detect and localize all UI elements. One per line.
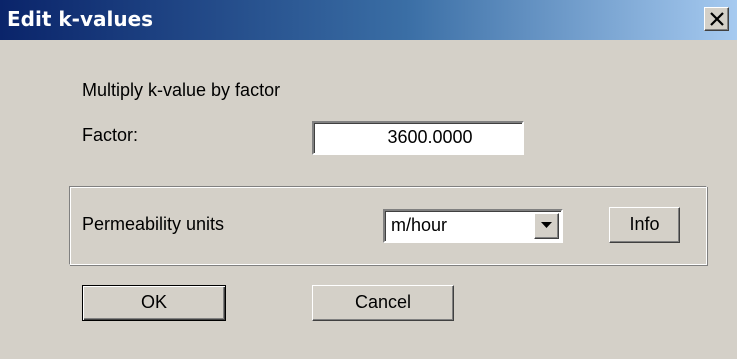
- cancel-button[interactable]: Cancel: [312, 285, 454, 321]
- close-button[interactable]: [704, 7, 729, 31]
- factor-label: Factor:: [82, 125, 139, 145]
- info-button[interactable]: Info: [609, 207, 680, 243]
- title-bar: Edit k-values: [0, 0, 737, 40]
- info-button-label: Info: [629, 214, 660, 234]
- permeability-units-select[interactable]: m/hour: [383, 209, 563, 243]
- ok-button-label: OK: [140, 292, 167, 312]
- selected-unit: m/hour: [391, 215, 448, 235]
- permeability-label: Permeability units: [82, 214, 225, 234]
- ok-button[interactable]: OK: [82, 285, 226, 321]
- dropdown-button[interactable]: [534, 213, 559, 239]
- close-icon: [710, 12, 724, 26]
- factor-input[interactable]: 3600.0000: [312, 121, 524, 155]
- description-text: Multiply k-value by factor: [82, 80, 281, 100]
- window-title: Edit k-values: [7, 7, 154, 31]
- cancel-button-label: Cancel: [354, 292, 412, 312]
- chevron-down-icon: [541, 222, 552, 228]
